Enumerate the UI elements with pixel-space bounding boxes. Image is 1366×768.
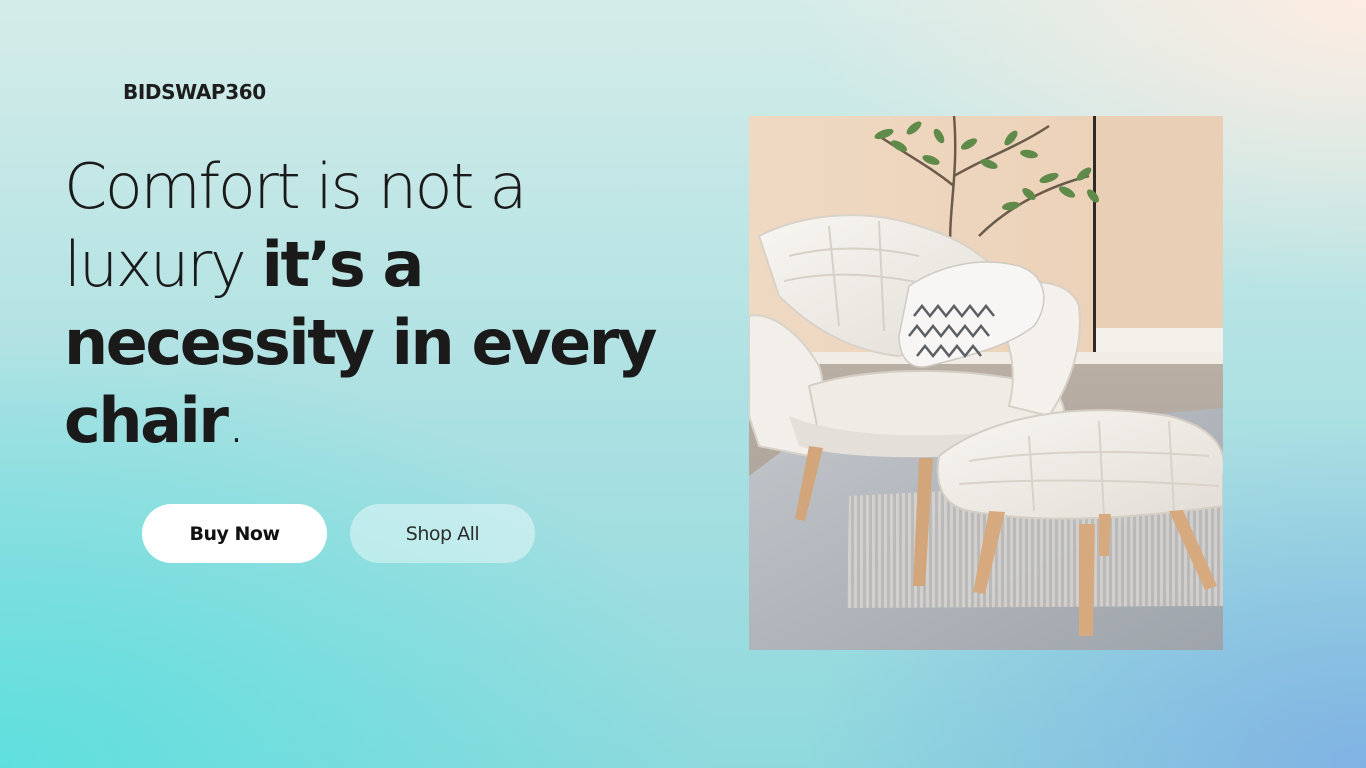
shop-all-button[interactable]: Shop All xyxy=(350,504,535,563)
headline-part-light-1: Comfort is not a xyxy=(64,150,527,223)
headline-part-bold-2: necessity in every xyxy=(64,306,657,379)
headline-part-bold-1: it’s a xyxy=(261,228,425,301)
headline-part-light-2: luxury xyxy=(64,228,262,301)
product-image xyxy=(749,116,1223,650)
brand-logo-text[interactable]: BIDSWAP360 xyxy=(123,80,266,104)
hero-headline: Comfort is not a luxury it’s a necessity… xyxy=(64,148,684,460)
headline-part-bold-3: chair xyxy=(64,384,229,457)
headline-period: . xyxy=(226,384,247,457)
armchair-ottoman-illustration xyxy=(749,116,1223,650)
buy-now-button[interactable]: Buy Now xyxy=(142,504,327,563)
